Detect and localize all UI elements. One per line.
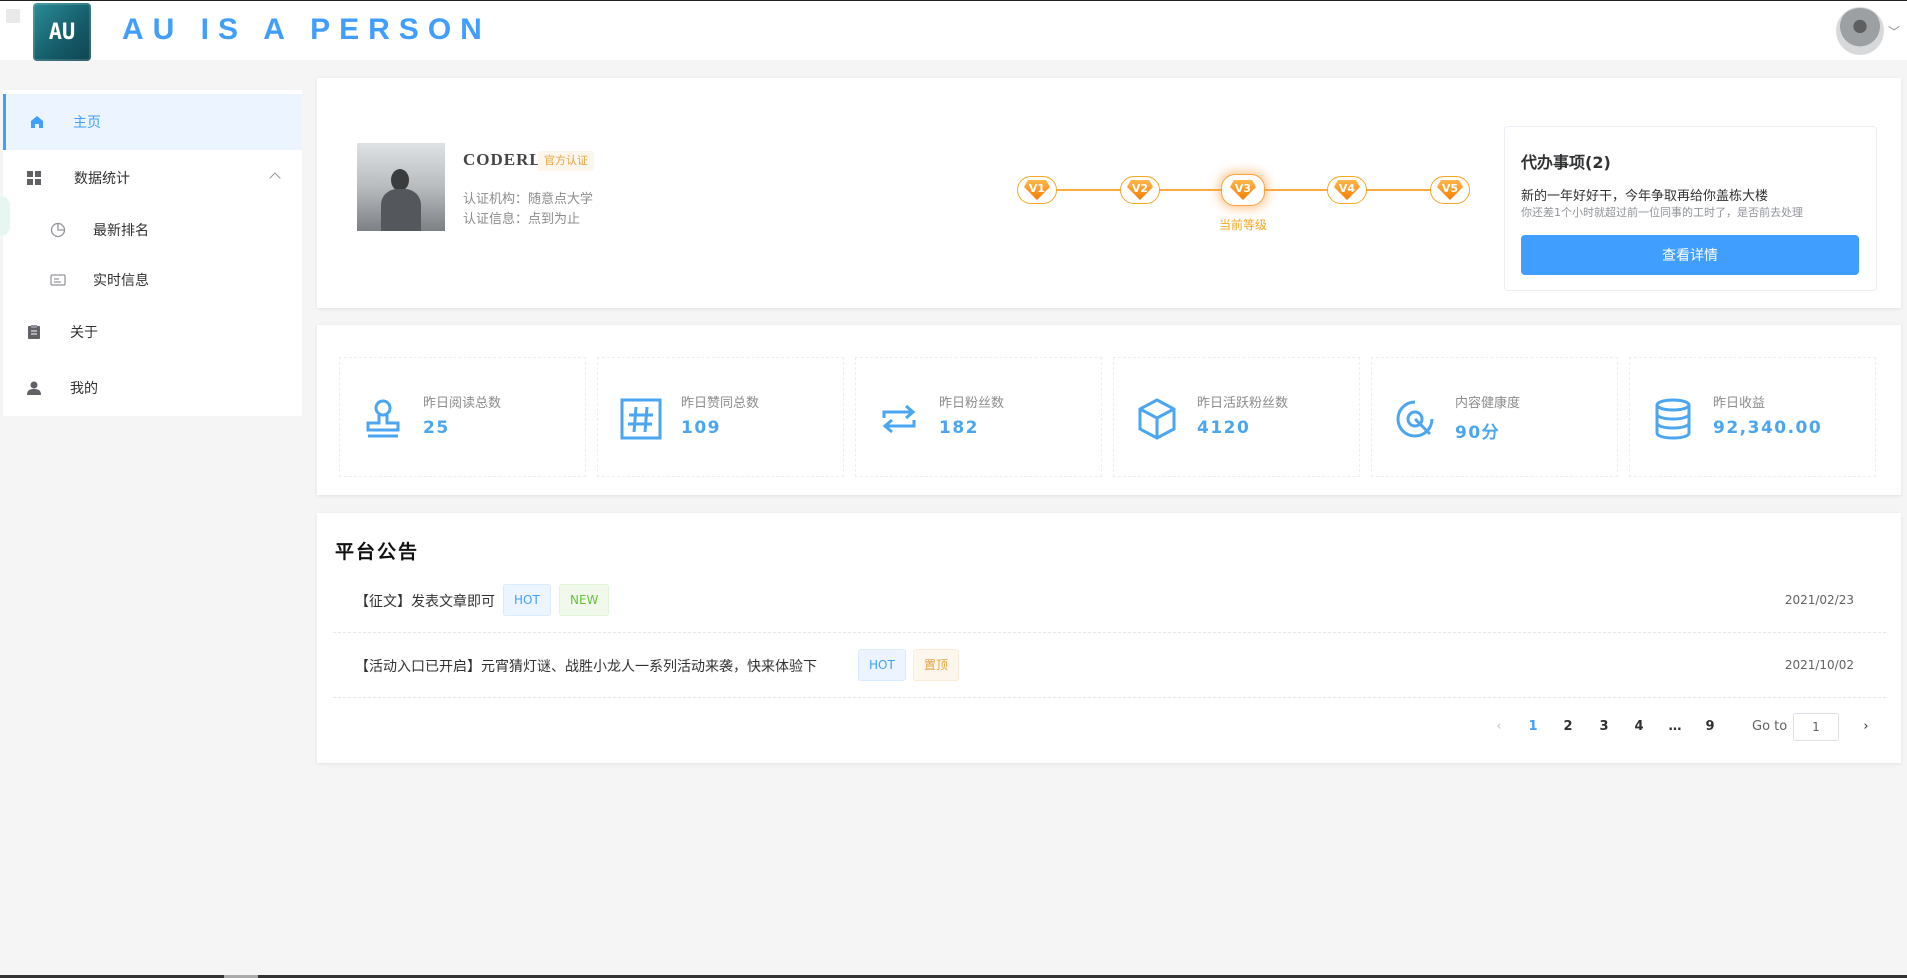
stat-read-count: 昨日阅读总数 25 bbox=[339, 357, 586, 477]
clipboard-icon bbox=[25, 323, 43, 341]
stat-label: 昨日活跃粉丝数 bbox=[1197, 396, 1289, 411]
announcement-card: 平台公告 【征文】发表文章即可 HOT NEW 2021/02/23 【活动入口… bbox=[317, 513, 1901, 763]
announcement-row[interactable]: 【活动入口已开启】元宵猜灯谜、战胜小龙人一系列活动来袭，快来体验下 HOT 置顶… bbox=[333, 634, 1886, 698]
sidebar-collapse-handle[interactable] bbox=[0, 196, 10, 236]
todo-title: 代办事项(2) bbox=[1521, 153, 1611, 172]
database-icon bbox=[1655, 398, 1691, 440]
sidebar-item-label: 数据统计 bbox=[74, 171, 130, 187]
announcement-date: 2021/02/23 bbox=[1784, 593, 1854, 607]
announcement-date: 2021/10/02 bbox=[1784, 658, 1854, 672]
sidebar-item-about[interactable]: 关于 bbox=[3, 304, 302, 360]
page-button[interactable]: 3 bbox=[1590, 713, 1618, 741]
sidebar-item-stats[interactable]: 数据统计 bbox=[3, 150, 302, 206]
grid-icon bbox=[25, 169, 43, 187]
new-tag: NEW bbox=[559, 584, 610, 616]
sidebar-item-realtime[interactable]: 实时信息 bbox=[3, 252, 302, 308]
repeat-icon bbox=[882, 404, 916, 434]
target-icon bbox=[1396, 400, 1434, 438]
announcement-text[interactable]: 【征文】发表文章即可 bbox=[355, 591, 495, 611]
todo-panel: 代办事项(2) 新的一年好好干，今年争取再给你盖栋大楼 你还差1个小时就超过前一… bbox=[1504, 126, 1877, 291]
todo-submessage: 你还差1个小时就超过前一位同事的工时了，是否前去处理 bbox=[1521, 206, 1803, 219]
hash-icon bbox=[620, 398, 662, 440]
stat-value: 25 bbox=[423, 418, 450, 438]
stat-value: 109 bbox=[681, 418, 721, 438]
brand-title: AU IS A PERSON bbox=[122, 13, 491, 46]
pinned-tag: 置顶 bbox=[913, 649, 960, 681]
diamond-icon: V4 bbox=[1334, 180, 1360, 200]
window-control-icon[interactable] bbox=[6, 9, 20, 23]
chevron-down-icon[interactable]: ﹀ bbox=[1888, 23, 1900, 40]
stat-content-health: 内容健康度 90分 bbox=[1371, 357, 1618, 477]
level-node-v5: V5 bbox=[1430, 176, 1470, 204]
stamp-icon bbox=[366, 399, 400, 438]
stat-fans-count: 昨日粉丝数 182 bbox=[855, 357, 1102, 477]
sidebar-item-label: 最新排名 bbox=[93, 223, 149, 239]
diamond-icon: V1 bbox=[1024, 180, 1050, 200]
profile-org: 认证机构：随意点大学 bbox=[463, 192, 594, 207]
stat-value: 182 bbox=[939, 418, 979, 438]
announcement-text[interactable]: 【活动入口已开启】元宵猜灯谜、战胜小龙人一系列活动来袭，快来体验下 bbox=[355, 656, 817, 676]
view-details-button[interactable]: 查看详情 bbox=[1521, 235, 1859, 275]
pie-chart-icon bbox=[49, 221, 67, 239]
page-button[interactable]: 1 bbox=[1519, 713, 1547, 741]
logo[interactable]: AU bbox=[33, 3, 91, 61]
stat-label: 昨日赞同总数 bbox=[681, 396, 760, 411]
cube-icon bbox=[1138, 398, 1176, 440]
level-node-v4: V4 bbox=[1327, 176, 1367, 204]
user-icon bbox=[25, 379, 43, 397]
page-button[interactable]: 2 bbox=[1554, 713, 1582, 741]
more-pages-icon[interactable]: … bbox=[1661, 713, 1689, 741]
stat-value: 92,340.00 bbox=[1713, 418, 1823, 438]
next-page-icon[interactable]: › bbox=[1852, 713, 1880, 741]
user-avatar[interactable] bbox=[1836, 7, 1884, 55]
sidebar-item-label: 我的 bbox=[70, 381, 98, 397]
logo-text: AU bbox=[48, 19, 76, 45]
sidebar-item-home[interactable]: 主页 bbox=[3, 94, 302, 150]
sidebar: 主页 数据统计 最新排名 实时信息 关于 我的 bbox=[3, 90, 302, 416]
current-level-caption: 当前等级 bbox=[1219, 218, 1268, 232]
diamond-icon: V2 bbox=[1127, 180, 1153, 200]
stat-label: 内容健康度 bbox=[1455, 396, 1521, 411]
diamond-icon: V5 bbox=[1437, 180, 1463, 200]
announcement-title: 平台公告 bbox=[335, 542, 420, 563]
prev-page-icon[interactable]: ‹ bbox=[1485, 713, 1513, 741]
sidebar-item-ranking[interactable]: 最新排名 bbox=[3, 202, 302, 258]
diamond-icon: V3 bbox=[1230, 180, 1256, 200]
goto-page-input[interactable]: 1 bbox=[1793, 713, 1839, 741]
top-header: AU AU IS A PERSON ﹀ bbox=[0, 0, 1907, 61]
page-button[interactable]: 9 bbox=[1696, 713, 1724, 741]
sidebar-item-label: 关于 bbox=[70, 325, 98, 341]
sidebar-item-label: 主页 bbox=[73, 115, 101, 131]
goto-label: Go to bbox=[1752, 719, 1788, 734]
stat-revenue: 昨日收益 92,340.00 bbox=[1629, 357, 1876, 477]
chevron-up-icon[interactable] bbox=[269, 172, 281, 184]
stat-value: 90分 bbox=[1455, 423, 1501, 443]
home-icon bbox=[28, 113, 46, 131]
hot-tag: HOT bbox=[503, 584, 551, 616]
stat-label: 昨日阅读总数 bbox=[423, 396, 502, 411]
profile-info: 认证信息：点到为止 bbox=[463, 212, 581, 227]
sidebar-item-mine[interactable]: 我的 bbox=[3, 360, 302, 416]
stats-card: 昨日阅读总数 25 昨日赞同总数 109 昨日粉丝数 182 昨日活跃粉丝数 4… bbox=[317, 325, 1901, 495]
level-node-v2: V2 bbox=[1120, 176, 1160, 204]
level-node-v3: V3 bbox=[1221, 174, 1265, 206]
stat-label: 昨日收益 bbox=[1713, 396, 1766, 411]
level-node-v1: V1 bbox=[1017, 176, 1057, 204]
sidebar-item-label: 实时信息 bbox=[93, 273, 149, 289]
hot-tag: HOT bbox=[858, 649, 906, 681]
stat-label: 昨日粉丝数 bbox=[939, 396, 1005, 411]
profile-avatar bbox=[357, 143, 445, 231]
stat-active-fans: 昨日活跃粉丝数 4120 bbox=[1113, 357, 1360, 477]
todo-message: 新的一年好好干，今年争取再给你盖栋大楼 bbox=[1521, 189, 1769, 204]
profile-card: CODERLY 官方认证 认证机构：随意点大学 认证信息：点到为止 V1 V2 … bbox=[317, 78, 1901, 308]
announcement-row[interactable]: 【征文】发表文章即可 HOT NEW 2021/02/23 bbox=[333, 569, 1886, 633]
stat-value: 4120 bbox=[1197, 418, 1251, 438]
stat-like-count: 昨日赞同总数 109 bbox=[597, 357, 844, 477]
id-card-icon bbox=[49, 271, 67, 289]
verified-badge: 官方认证 bbox=[538, 151, 594, 171]
page-button[interactable]: 4 bbox=[1625, 713, 1653, 741]
